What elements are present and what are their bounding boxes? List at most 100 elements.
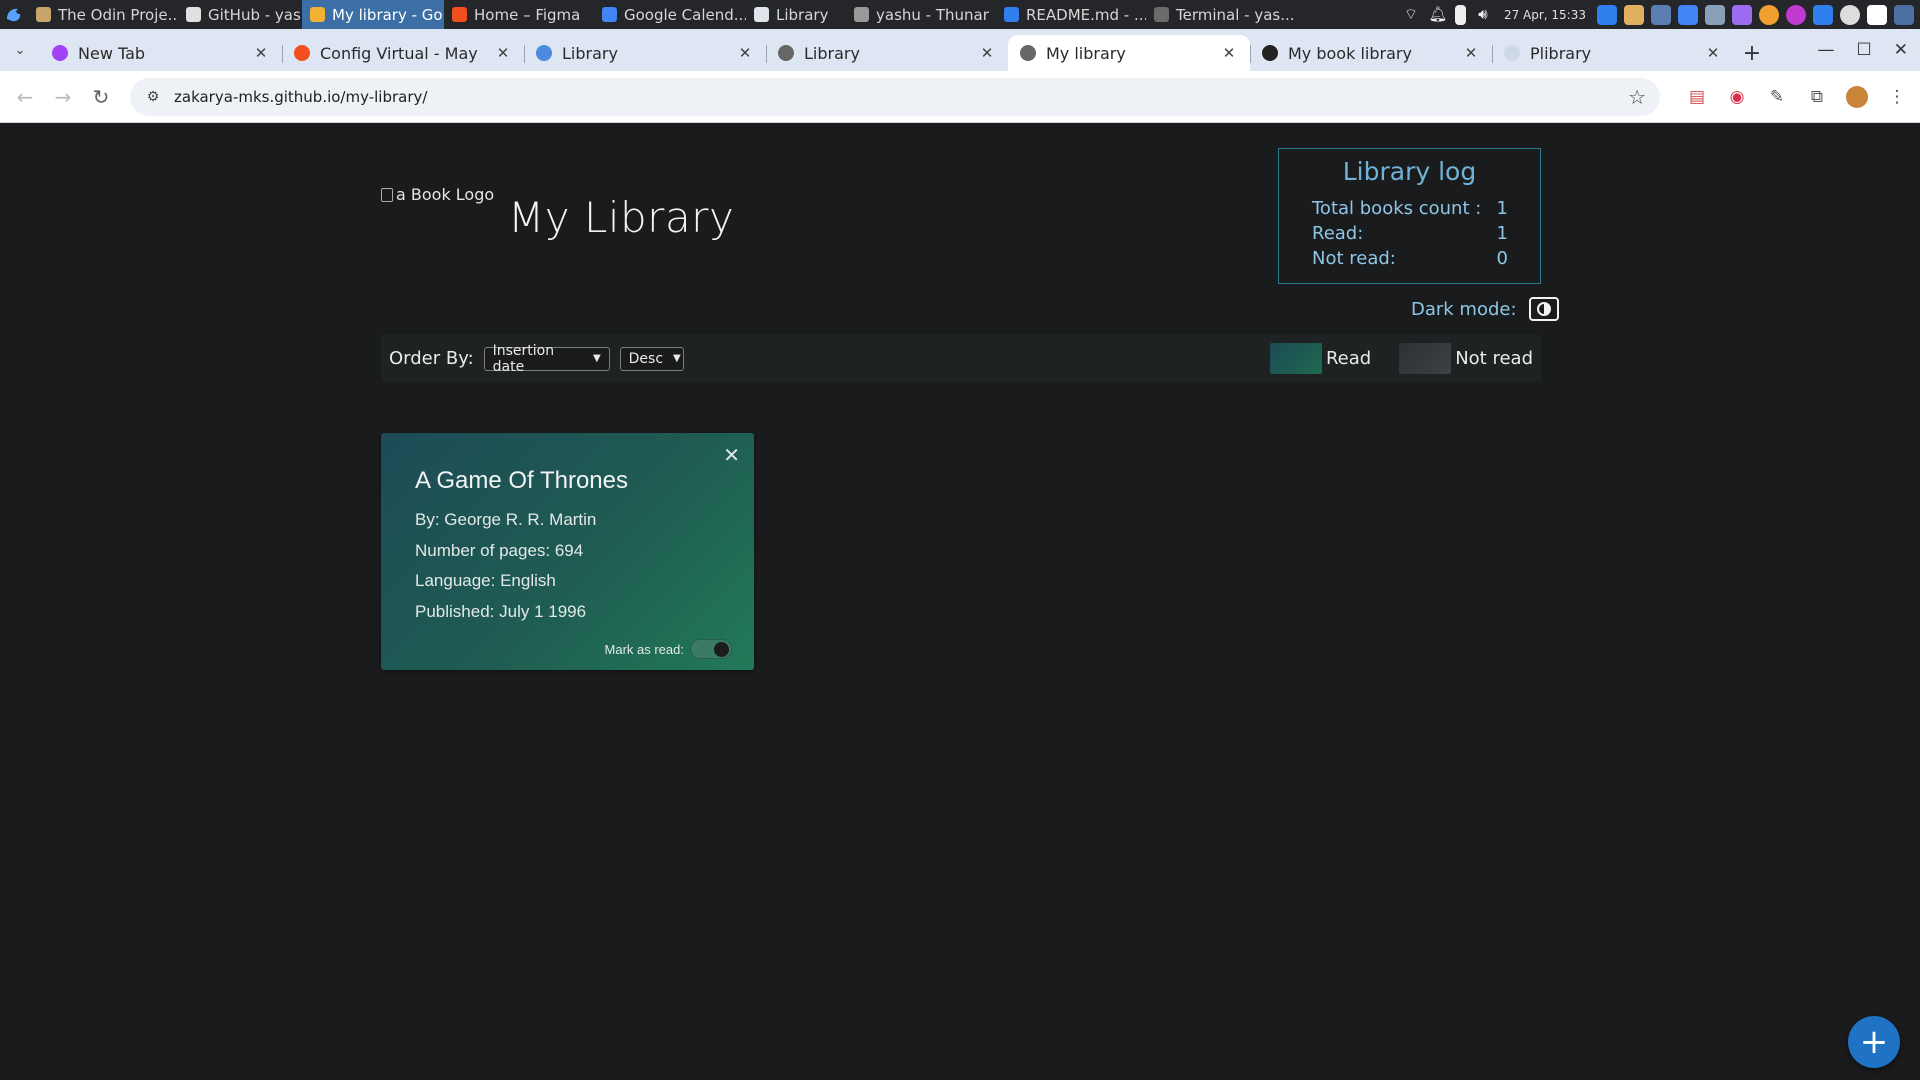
battery-icon[interactable] <box>1454 4 1466 25</box>
clock[interactable]: 27 Apr, 15:33 <box>1500 8 1590 22</box>
vscode-icon[interactable] <box>1813 4 1833 25</box>
app-icon <box>1154 7 1169 22</box>
taskbar-window-8[interactable]: Terminal - yas... <box>1146 0 1294 29</box>
app-icon[interactable] <box>1786 4 1806 25</box>
new-tab-button[interactable]: + <box>1734 35 1770 71</box>
volume-icon[interactable]: 🔊︎ <box>1473 5 1493 25</box>
wifi-icon[interactable]: ⌔ <box>1401 5 1421 25</box>
extensions-area: ▤ ◉ ✎ ⧉ ⋮ <box>1686 85 1908 108</box>
close-tab-icon[interactable]: ✕ <box>978 44 996 62</box>
sort-direction-select[interactable]: Desc ▼ <box>619 346 684 371</box>
taskbar-window-2[interactable]: My library - Go... <box>302 0 444 29</box>
close-tab-icon[interactable]: ✕ <box>494 44 512 62</box>
chevron-down-icon: ▼ <box>592 353 601 364</box>
browser-tab-6[interactable]: Plibrary ✕ <box>1492 35 1734 71</box>
legend-not-read: Not read <box>1399 343 1533 374</box>
forward-button[interactable]: → <box>44 78 82 116</box>
close-tab-icon[interactable]: ✕ <box>1704 44 1722 62</box>
contrast-icon <box>1536 302 1551 316</box>
sort-direction-value: Desc <box>628 350 664 367</box>
chevron-down-icon: ▼ <box>673 353 681 364</box>
close-tab-icon[interactable]: ✕ <box>736 44 754 62</box>
logo-alt-text: a Book Logo <box>396 185 495 204</box>
extensions-icon[interactable]: ⧉ <box>1806 86 1828 108</box>
favicon-icon <box>1020 45 1036 61</box>
browser-tab-3[interactable]: Library ✕ <box>766 35 1008 71</box>
book-language: Language: English <box>415 571 556 590</box>
app-icon[interactable] <box>1651 4 1671 25</box>
filter-bar: Order By: Insertion date ▼ Desc ▼ Read N… <box>381 335 1541 382</box>
bell-icon[interactable]: 🔔︎ <box>1428 5 1448 25</box>
taskbar-windows: The Odin Proje... GitHub - yashu... My lib… <box>28 0 1294 29</box>
taskbar-window-4[interactable]: Google Calend... <box>594 0 746 29</box>
os-menu-icon[interactable] <box>0 0 28 29</box>
tab-title: Config Virtual - May 7 & <box>320 43 484 63</box>
log-label: Not read: <box>1312 248 1396 269</box>
calendar-icon[interactable] <box>1678 4 1698 25</box>
broken-image-icon <box>381 187 393 202</box>
minimize-icon[interactable]: — <box>1818 40 1835 60</box>
app-icon[interactable] <box>1624 4 1644 25</box>
taskbar-window-3[interactable]: Home – Figma <box>444 0 594 29</box>
browser-tab-4[interactable]: My library ✕ <box>1008 35 1250 71</box>
mark-as-read-toggle[interactable] <box>690 639 732 659</box>
taskbar-window-label: Terminal - yas... <box>1176 5 1294 24</box>
close-window-icon[interactable]: ✕ <box>1894 40 1908 60</box>
log-value: 0 <box>1496 248 1508 269</box>
favicon-icon <box>294 45 310 61</box>
taskbar-window-label: My library - Go... <box>332 5 444 24</box>
legend-read-label: Read <box>1325 348 1372 369</box>
app-icon[interactable] <box>1840 4 1860 25</box>
notion-icon[interactable] <box>1867 4 1887 25</box>
tab-title: My library <box>1046 43 1126 63</box>
close-tab-icon[interactable]: ✕ <box>1462 44 1480 62</box>
taskbar-window-1[interactable]: GitHub - yashu... <box>178 0 302 29</box>
sort-field-select[interactable]: Insertion date ▼ <box>483 343 610 375</box>
taskbar-window-6[interactable]: yashu - Thunar <box>846 0 996 29</box>
app-icon <box>602 7 617 22</box>
close-tab-icon[interactable]: ✕ <box>1220 44 1238 62</box>
menu-kebab-icon[interactable]: ⋮ <box>1886 86 1908 108</box>
app-icon[interactable] <box>1894 4 1914 25</box>
browser-tab-1[interactable]: Config Virtual - May 7 & ✕ <box>282 35 524 71</box>
tab-search-icon[interactable]: ⌄ <box>0 29 40 71</box>
maximize-icon[interactable]: ☐ <box>1857 40 1872 60</box>
site-info-icon[interactable]: ⚙ <box>144 88 162 106</box>
dark-mode-label: Dark mode: <box>1411 298 1517 320</box>
favicon-icon <box>1504 45 1520 61</box>
taskbar-window-label: GitHub - yashu... <box>208 5 302 24</box>
taskbar-window-0[interactable]: The Odin Proje... <box>28 0 178 29</box>
bookmark-star-icon[interactable]: ☆ <box>1628 85 1646 109</box>
close-tab-icon[interactable]: ✕ <box>252 44 270 62</box>
back-button[interactable]: ← <box>6 78 44 116</box>
taskbar-window-5[interactable]: Library <box>746 0 846 29</box>
eyedropper-icon[interactable]: ✎ <box>1766 86 1788 108</box>
browser-tab-5[interactable]: My book library ✕ <box>1250 35 1492 71</box>
record-extension-icon[interactable]: ◉ <box>1726 86 1748 108</box>
vscode-icon[interactable] <box>1597 4 1617 25</box>
profile-avatar[interactable] <box>1846 85 1868 108</box>
log-label: Total books count : <box>1312 198 1482 219</box>
app-icon[interactable] <box>1732 4 1752 25</box>
app-icon[interactable] <box>1705 4 1725 25</box>
tab-title: Plibrary <box>1530 43 1592 63</box>
pdf-extension-icon[interactable]: ▤ <box>1686 86 1708 108</box>
app-icon <box>854 7 869 22</box>
taskbar-window-label: Home – Figma <box>474 5 581 24</box>
add-book-button[interactable]: + <box>1848 1016 1900 1068</box>
address-bar[interactable]: ⚙ zakarya-mks.github.io/my-library/ ☆ <box>130 77 1660 116</box>
browser-tab-2[interactable]: Library ✕ <box>524 35 766 71</box>
status-legend: Read Not read <box>1246 343 1533 374</box>
browser-tab-0[interactable]: New Tab ✕ <box>40 35 282 71</box>
book-logo-image: a Book Logo <box>381 185 494 204</box>
reload-button[interactable]: ↻ <box>82 78 120 116</box>
system-tray: ⌔ 🔔︎ 🔊︎ 27 Apr, 15:33 <box>1401 4 1920 25</box>
taskbar-window-7[interactable]: README.md - ... <box>996 0 1146 29</box>
url-text[interactable]: zakarya-mks.github.io/my-library/ <box>174 88 1616 106</box>
dark-mode-toggle[interactable] <box>1528 297 1559 321</box>
log-row-not-read: Not read: 0 <box>1295 246 1524 271</box>
app-icon[interactable] <box>1759 4 1779 25</box>
tab-list: New Tab✕Config Virtual - May 7 &✕Library… <box>40 29 1734 71</box>
book-pages: Number of pages: 694 <box>415 540 584 560</box>
delete-book-icon[interactable]: ✕ <box>723 445 740 465</box>
